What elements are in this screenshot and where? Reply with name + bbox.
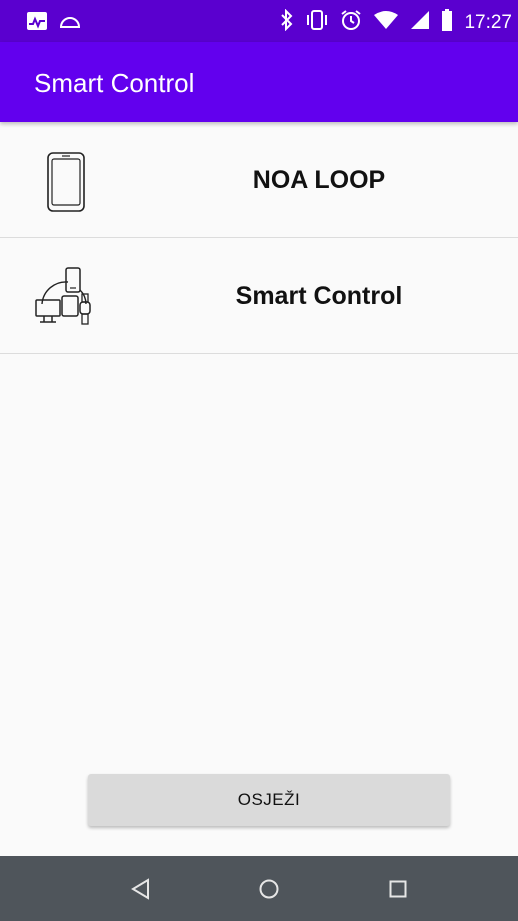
refresh-button[interactable]: OSJEŽI <box>88 774 450 826</box>
alarm-icon <box>340 9 362 36</box>
battery-icon <box>441 9 453 36</box>
status-bar: 17:27 <box>0 0 518 42</box>
app-title: Smart Control <box>34 68 195 98</box>
status-right-icons: 17:27 <box>280 8 512 36</box>
device-list: NOA LOOP Smart Control <box>0 122 518 354</box>
cloud-icon <box>58 12 82 35</box>
vibrate-icon <box>305 9 329 36</box>
list-item-label: Smart Control <box>235 281 403 310</box>
home-icon[interactable] <box>254 874 284 904</box>
app-bar: Smart Control <box>0 42 518 122</box>
status-time: 17:27 <box>464 11 512 33</box>
smartphone-icon <box>34 150 98 214</box>
list-item-noa-loop[interactable]: NOA LOOP <box>0 122 518 238</box>
back-icon[interactable] <box>126 874 156 904</box>
list-item-smart-control[interactable]: Smart Control <box>0 238 518 354</box>
status-left-icons <box>26 11 82 36</box>
wifi-icon <box>373 10 399 35</box>
bluetooth-icon <box>280 8 294 36</box>
connected-devices-icon <box>34 266 98 330</box>
nav-bar <box>0 856 518 921</box>
recents-icon[interactable] <box>383 874 413 904</box>
signal-icon <box>410 10 430 35</box>
list-item-label: NOA LOOP <box>252 165 386 194</box>
activity-icon <box>26 11 48 36</box>
